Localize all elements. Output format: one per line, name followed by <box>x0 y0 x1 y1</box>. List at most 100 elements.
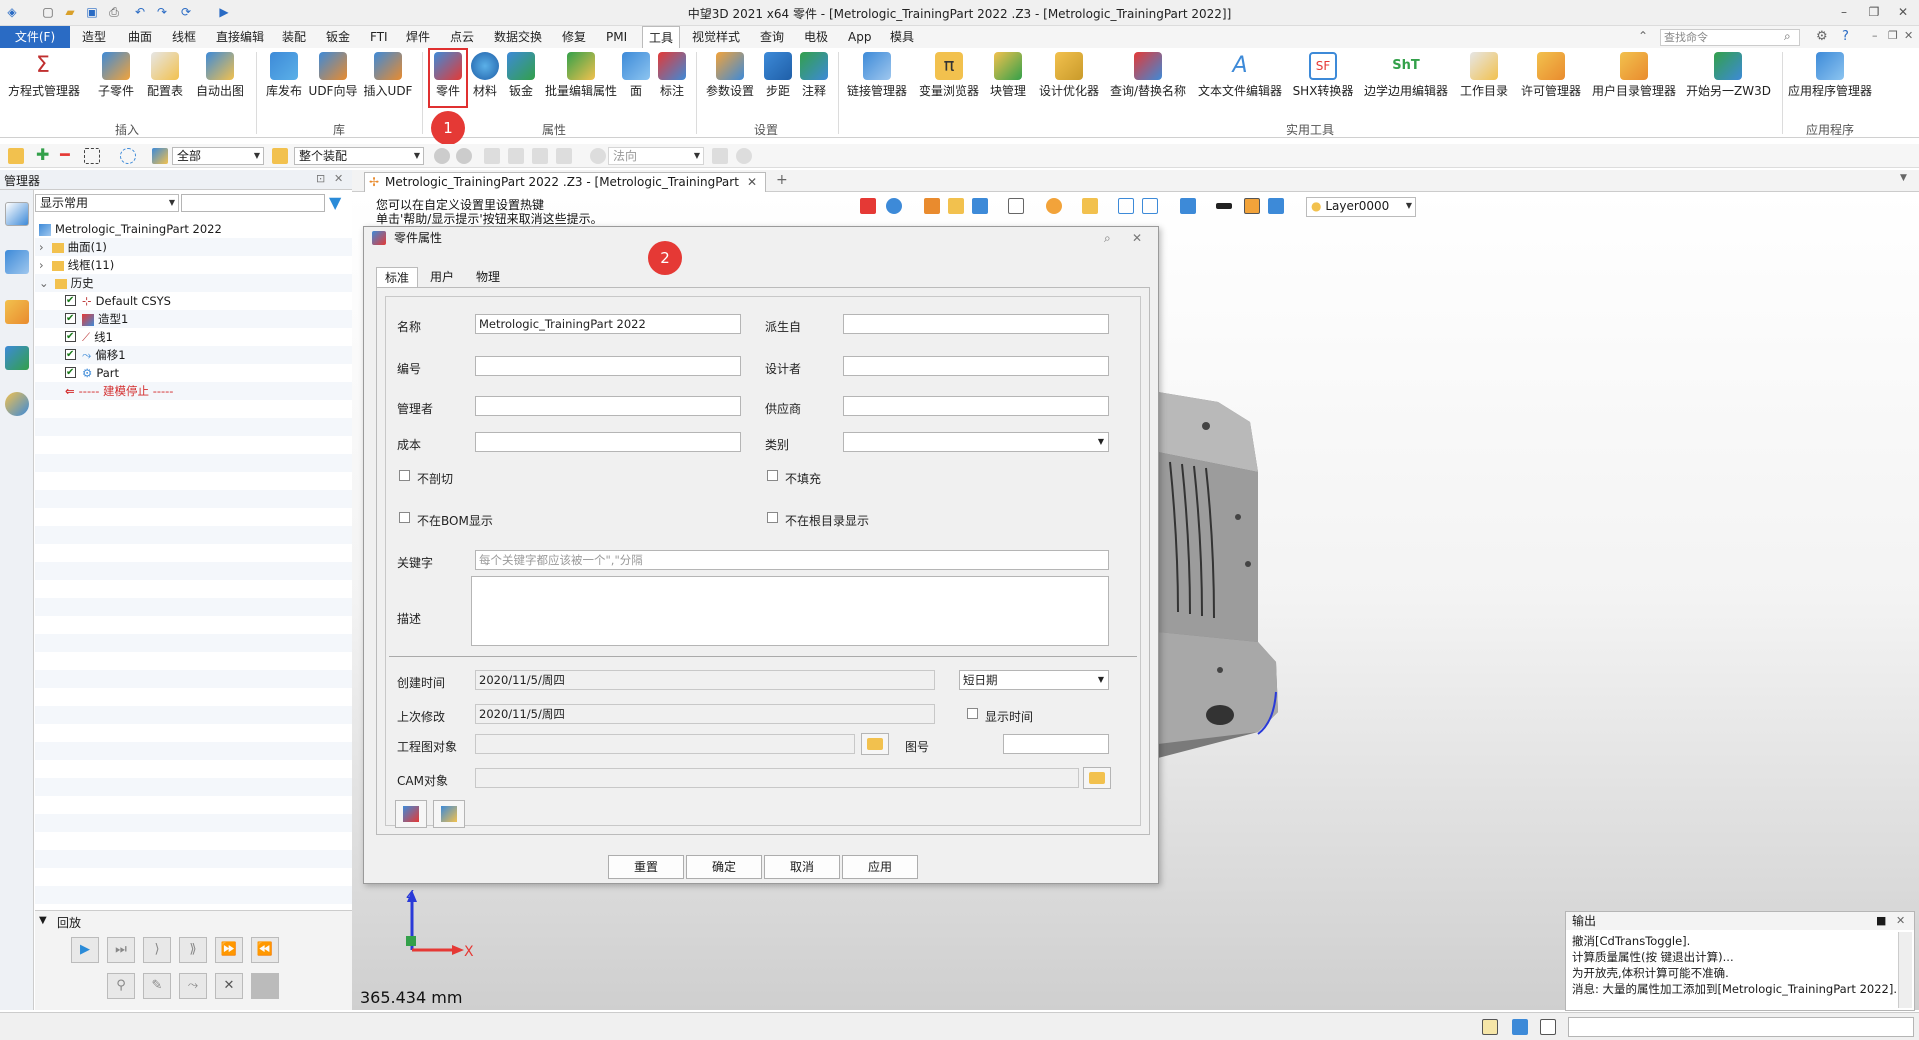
lasso-icon[interactable] <box>120 148 136 164</box>
status-screen-icon[interactable] <box>1512 1019 1528 1035</box>
3d-part-model[interactable] <box>1158 392 1388 762</box>
status-view-icon[interactable] <box>1482 1019 1498 1035</box>
next-feature-button[interactable]: ⟩ <box>143 937 171 963</box>
restore-icon[interactable]: ❐ <box>1860 2 1888 22</box>
equation-manager-button[interactable]: Σ 方程式管理器 <box>8 52 80 120</box>
box-view-icon[interactable] <box>948 198 964 214</box>
shaded-icon[interactable] <box>972 198 988 214</box>
menu-assembly[interactable]: 装配 <box>276 26 312 48</box>
cost-field[interactable] <box>475 432 741 452</box>
menu-sheet-metal[interactable]: 钣金 <box>320 26 356 48</box>
layer-select[interactable]: ● Layer0000 ▼ <box>1306 197 1416 217</box>
layer-manager-icon[interactable] <box>1268 198 1284 214</box>
run-to-button[interactable]: ⤳ <box>179 973 207 999</box>
work-directory-button[interactable]: 工作目录 <box>1456 52 1512 120</box>
pin-icon[interactable] <box>556 148 572 164</box>
menu-file[interactable]: 文件(F) <box>0 26 70 48</box>
stop-button[interactable]: ✕ <box>215 973 243 999</box>
close-output-icon[interactable]: ✕ <box>1896 912 1905 930</box>
apply-button[interactable]: 应用 <box>842 855 918 879</box>
subpart-button[interactable]: 子零件 <box>94 52 138 120</box>
udf-wizard-button[interactable]: UDF向导 <box>308 52 358 120</box>
derived-from-field[interactable] <box>843 314 1109 334</box>
tree-node-surface[interactable]: › 曲面(1) <box>39 238 107 256</box>
assembly-scope-icon[interactable] <box>272 148 288 164</box>
options-icon[interactable] <box>736 148 752 164</box>
section-icon[interactable] <box>1142 198 1158 214</box>
skip-button[interactable]: ⟫ <box>179 937 207 963</box>
menu-surface[interactable]: 曲面 <box>122 26 158 48</box>
menu-weldment[interactable]: 焊件 <box>400 26 436 48</box>
close-dialog-icon[interactable]: ✕ <box>1132 227 1142 249</box>
end-button[interactable] <box>251 973 279 999</box>
ok-button[interactable]: 确定 <box>686 855 762 879</box>
shx-converter-button[interactable]: SF SHX转换器 <box>1292 52 1354 120</box>
tree-node-part[interactable]: ⚙Part <box>65 364 119 382</box>
variable-browser-button[interactable]: π 变量浏览器 <box>916 52 982 120</box>
collapse-icon[interactable]: ⌄ <box>39 276 49 290</box>
dock-icon[interactable]: ⊡ <box>316 172 325 185</box>
date-format-select[interactable]: 短日期 ▼ <box>959 670 1109 690</box>
help-icon[interactable]: ? <box>1842 29 1849 44</box>
menu-tools[interactable]: 工具 <box>642 26 681 48</box>
tree-node-offset1[interactable]: ⤳偏移1 <box>65 346 126 364</box>
design-optimizer-button[interactable]: 设计优化器 <box>1036 52 1102 120</box>
comment-button[interactable]: 注释 <box>798 52 830 120</box>
annotation-button[interactable]: 标注 <box>656 52 688 120</box>
no-cut-checkbox[interactable] <box>399 470 410 481</box>
visibility-checkbox[interactable] <box>65 328 76 346</box>
visibility-checkbox[interactable] <box>65 292 76 310</box>
snap-icon[interactable] <box>434 148 450 164</box>
wire-cube-icon[interactable] <box>1008 198 1024 214</box>
show-time-checkbox[interactable] <box>967 708 978 719</box>
assembly-scope-select[interactable]: 整个装配 ▼ <box>294 147 424 165</box>
command-line-input[interactable] <box>1568 1017 1914 1037</box>
dock-icon[interactable]: ■ <box>1876 912 1886 930</box>
menu-modeling[interactable]: 造型 <box>76 26 112 48</box>
tree-node-history[interactable]: ⌄ 历史 <box>39 274 94 292</box>
minimize-doc-icon[interactable]: – <box>1872 29 1878 42</box>
align-left-icon[interactable] <box>484 148 500 164</box>
parameter-settings-button[interactable]: 参数设置 <box>702 52 758 120</box>
minimize-icon[interactable]: – <box>1830 2 1858 22</box>
step-forward-button[interactable]: ⏭ <box>107 937 135 963</box>
expand-icon[interactable]: › <box>39 258 44 272</box>
tree-node-shape1[interactable]: 造型1 <box>65 310 128 328</box>
cursor-icon[interactable] <box>712 148 728 164</box>
tab-list-icon[interactable]: ▼ <box>1900 173 1907 183</box>
rewind-button[interactable]: ⏪ <box>251 937 279 963</box>
pin-dialog-icon[interactable]: ⌕ <box>1104 227 1111 249</box>
tab-user[interactable]: 用户 <box>422 267 462 287</box>
tree-root[interactable]: Metrologic_TrainingPart 2022 <box>39 220 222 238</box>
step-button[interactable]: 步距 <box>762 52 794 120</box>
view-tab-icon[interactable] <box>5 346 29 370</box>
launch-zw3d-button[interactable]: 开始另一ZW3D <box>1686 52 1771 120</box>
user-tab-icon[interactable] <box>5 392 29 416</box>
menu-electrode[interactable]: 电极 <box>798 26 834 48</box>
block-manager-button[interactable]: 块管理 <box>986 52 1030 120</box>
menu-fti[interactable]: FTI <box>364 26 394 48</box>
filter-select[interactable]: 全部 ▼ <box>172 147 264 165</box>
keyword-field[interactable]: 每个关键字都应该被一个","分隔 <box>475 550 1109 570</box>
insert-udf-button[interactable]: 插入UDF <box>362 52 414 120</box>
search-icon[interactable]: ⌕ <box>1784 29 1791 44</box>
align-right-icon[interactable] <box>532 148 548 164</box>
edit-button[interactable]: ✎ <box>143 973 171 999</box>
config-table-button[interactable]: 配置表 <box>140 52 190 120</box>
document-tab[interactable]: ✢ Metrologic_TrainingPart 2022 .Z3 - [Me… <box>364 172 766 207</box>
description-field[interactable] <box>471 576 1109 646</box>
number-field[interactable] <box>475 356 741 376</box>
menu-visual-style[interactable]: 视觉样式 <box>686 26 746 48</box>
menu-repair[interactable]: 修复 <box>556 26 592 48</box>
link-manager-button[interactable]: 链接管理器 <box>844 52 910 120</box>
manager-field[interactable] <box>475 396 741 416</box>
fit-icon[interactable] <box>1118 198 1134 214</box>
close-tab-icon[interactable]: ✕ <box>747 173 757 191</box>
license-manager-button[interactable]: 许可管理器 <box>1518 52 1584 120</box>
drawing-number-field[interactable] <box>1003 734 1109 754</box>
expand-icon[interactable]: › <box>39 240 44 254</box>
line-style-icon[interactable] <box>1216 203 1232 209</box>
filter-icon[interactable] <box>152 148 168 164</box>
auto-drawing-button[interactable]: 自动出图 <box>192 52 248 120</box>
appearance-icon[interactable] <box>1046 198 1062 214</box>
